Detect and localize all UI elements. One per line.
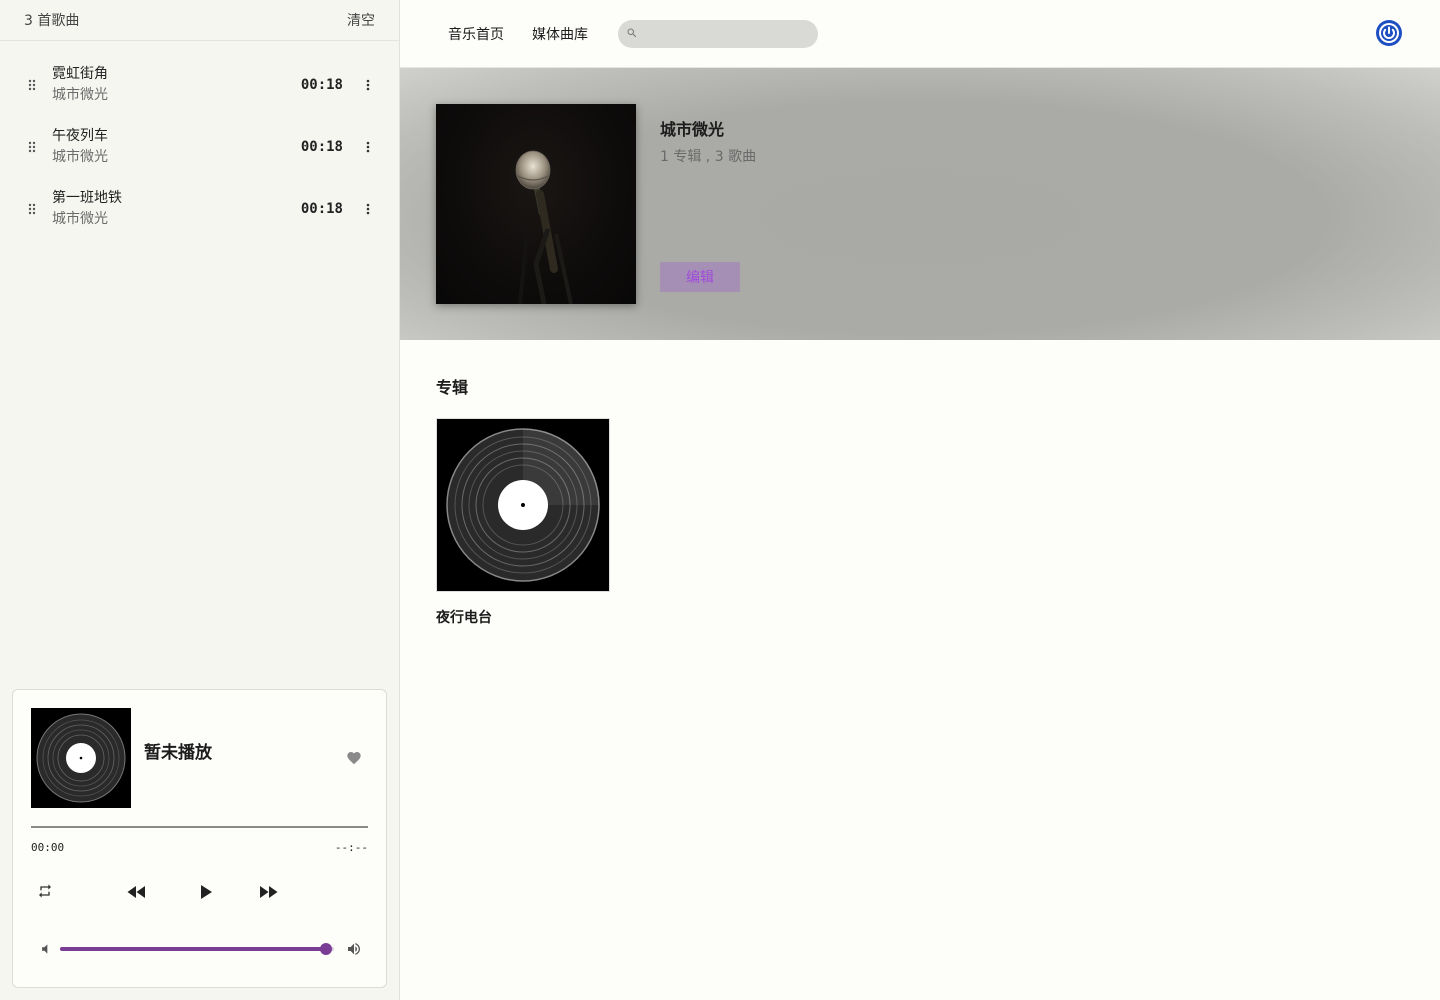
queue-item[interactable]: 第一班地铁 城市微光 00:18 bbox=[0, 178, 399, 240]
track-title: 第一班地铁 bbox=[52, 190, 122, 206]
queue-header: 3 首歌曲 清空 bbox=[0, 0, 399, 41]
album-card[interactable]: 夜行电台 bbox=[436, 418, 610, 627]
nav-home-link[interactable]: 音乐首页 bbox=[448, 24, 504, 44]
power-icon[interactable] bbox=[1375, 19, 1403, 47]
drag-handle-icon[interactable] bbox=[24, 203, 40, 215]
vinyl-record-icon bbox=[31, 708, 131, 808]
track-duration: 00:18 bbox=[300, 139, 343, 155]
volume-slider-fill bbox=[60, 947, 326, 951]
queue-item[interactable]: 霓虹街角 城市微光 00:18 bbox=[0, 54, 399, 116]
track-artist: 城市微光 bbox=[52, 87, 108, 103]
vinyl-record-icon bbox=[437, 419, 609, 591]
search-box[interactable] bbox=[618, 19, 818, 48]
track-artist: 城市微光 bbox=[52, 211, 108, 227]
queue-count: 3 首歌曲 bbox=[24, 13, 80, 29]
volume-high-icon[interactable] bbox=[346, 941, 362, 957]
edit-button[interactable]: 编辑 bbox=[660, 262, 740, 292]
total-time: --:-- bbox=[334, 841, 368, 854]
player-cover-art bbox=[31, 708, 131, 808]
drag-handle-icon[interactable] bbox=[24, 79, 40, 91]
artist-header: 城市微光 1 专辑 , 3 歌曲 编辑 bbox=[400, 68, 1440, 340]
clear-queue-button[interactable]: 清空 bbox=[347, 10, 375, 30]
progress-bar[interactable] bbox=[31, 826, 368, 828]
track-info: 第一班地铁 城市微光 bbox=[52, 188, 301, 230]
album-cover-art[interactable] bbox=[436, 418, 610, 592]
track-title: 霓虹街角 bbox=[52, 66, 108, 82]
more-options-icon[interactable] bbox=[361, 203, 375, 215]
previous-track-icon[interactable] bbox=[125, 880, 149, 904]
player-card: 暂未播放 00:00 --:-- bbox=[12, 689, 387, 988]
track-duration: 00:18 bbox=[300, 77, 343, 93]
nav-library-link[interactable]: 媒体曲库 bbox=[532, 24, 588, 44]
volume-low-icon[interactable] bbox=[38, 942, 52, 956]
now-playing-title: 暂未播放 bbox=[144, 743, 212, 763]
volume-slider-thumb[interactable] bbox=[319, 943, 332, 955]
artist-stats: 1 专辑 , 3 歌曲 bbox=[660, 149, 757, 165]
top-navigation: 音乐首页 媒体曲库 bbox=[400, 0, 1440, 68]
current-time: 00:00 bbox=[31, 841, 65, 854]
artist-name: 城市微光 bbox=[660, 120, 725, 139]
volume-slider[interactable] bbox=[60, 943, 334, 955]
repeat-icon[interactable] bbox=[37, 883, 53, 899]
track-artist: 城市微光 bbox=[52, 149, 108, 165]
track-title: 午夜列车 bbox=[52, 128, 108, 144]
album-title: 夜行电台 bbox=[436, 610, 492, 626]
track-info: 霓虹街角 城市微光 bbox=[52, 64, 301, 106]
search-input[interactable] bbox=[644, 26, 804, 41]
albums-section-title: 专辑 bbox=[436, 378, 469, 397]
search-icon bbox=[626, 24, 638, 43]
next-track-icon[interactable] bbox=[256, 880, 280, 904]
play-icon[interactable] bbox=[193, 880, 217, 904]
drag-handle-icon[interactable] bbox=[24, 141, 40, 153]
track-duration: 00:18 bbox=[300, 201, 343, 217]
track-info: 午夜列车 城市微光 bbox=[52, 126, 301, 168]
queue-list: 霓虹街角 城市微光 00:18 午夜列车 城市微光 00:18 第一班地铁 城市… bbox=[0, 41, 399, 240]
queue-item[interactable]: 午夜列车 城市微光 00:18 bbox=[0, 116, 399, 178]
microphone-icon bbox=[515, 150, 573, 305]
queue-sidebar: 3 首歌曲 清空 霓虹街角 城市微光 00:18 午夜列车 城市微光 00:18… bbox=[0, 0, 400, 1000]
favorite-heart-icon[interactable] bbox=[346, 750, 362, 766]
more-options-icon[interactable] bbox=[361, 141, 375, 153]
more-options-icon[interactable] bbox=[361, 79, 375, 91]
main-content: 音乐首页 媒体曲库 城市微光 1 专辑 , 3 歌曲 编辑 专辑 夜行电台 bbox=[400, 0, 1440, 1000]
artist-image bbox=[436, 104, 636, 305]
